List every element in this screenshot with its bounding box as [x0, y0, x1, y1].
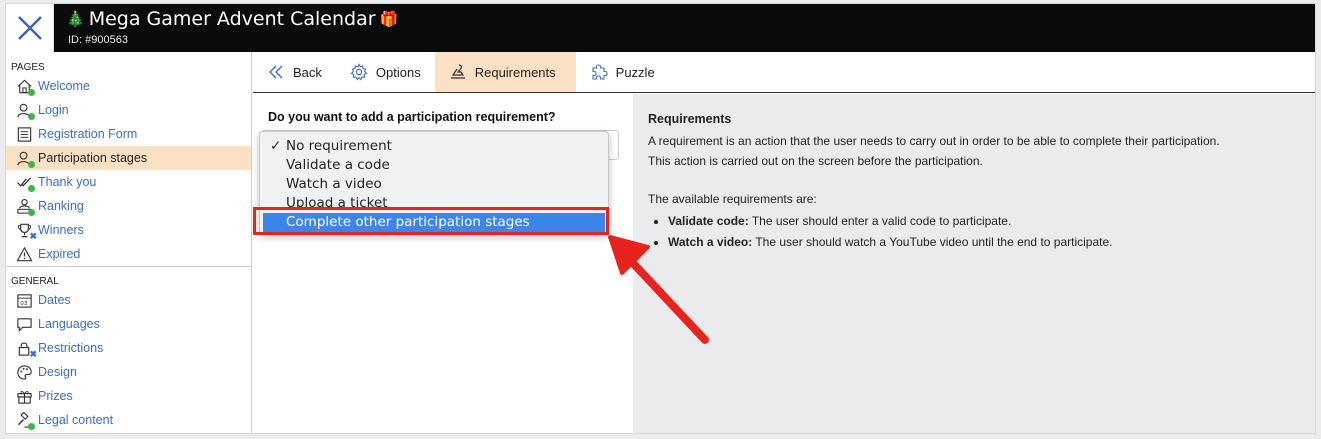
requirement-question: Do you want to add a participation requi… [268, 110, 556, 124]
tab-label: Options [375, 64, 421, 80]
option-no-requirement[interactable]: ✓ No requirement [260, 137, 608, 156]
speech-bubble-icon [14, 314, 34, 334]
gear-icon [350, 63, 368, 81]
home-icon [14, 76, 35, 96]
tab-back[interactable]: Back [253, 52, 336, 92]
help-title: Requirements [648, 112, 732, 126]
trophy-icon: ✖ [14, 220, 37, 241]
tab-puzzle[interactable]: Puzzle [576, 52, 669, 92]
tree-emoji-icon: 🎄 [66, 10, 85, 28]
app-title-row: 🎄 Mega Gamer Advent Calendar 🎁 [66, 8, 398, 30]
close-icon [17, 16, 42, 40]
status-x-icon: ✖ [29, 349, 37, 359]
palette-icon [14, 362, 34, 382]
top-bar: 🎄 Mega Gamer Advent Calendar 🎁 ID: #9005… [6, 4, 1315, 52]
sidebar-item-label: Legal content [38, 413, 114, 427]
sidebar-item-welcome[interactable]: Welcome [6, 74, 251, 98]
list-item: Watch a video: The user should watch a Y… [668, 232, 1315, 253]
status-ok-dot [28, 161, 35, 168]
status-ok-dot [28, 113, 35, 120]
section-pages-title: PAGES [6, 52, 251, 74]
sidebar-item-winners[interactable]: ✖ Winners [6, 218, 251, 242]
sidebar-item-label: Winners [38, 223, 84, 237]
annotation-arrow-icon [608, 235, 709, 344]
sidebar-item-prizes[interactable]: Prizes [6, 384, 251, 408]
app-window: 🎄 Mega Gamer Advent Calendar 🎁 ID: #9005… [5, 3, 1316, 434]
sidebar-item-login[interactable]: Login [6, 98, 251, 122]
sidebar-item-label: Dates [38, 293, 71, 307]
annotation-highlight-box [253, 207, 609, 235]
status-ok-dot [28, 423, 35, 430]
sidebar-item-label: Restrictions [38, 341, 104, 355]
option-watch-video[interactable]: Watch a video [260, 175, 608, 194]
user-stages-icon [14, 148, 35, 168]
app-title: Mega Gamer Advent Calendar [88, 8, 376, 30]
status-x-icon: ✖ [29, 231, 37, 241]
sidebar-item-label: Design [38, 365, 77, 379]
gavel-icon [14, 410, 35, 430]
tab-requirements[interactable]: Requirements [434, 52, 576, 92]
list-item: Validate code: The user should enter a v… [668, 211, 1315, 232]
sidebar-item-legal-content[interactable]: Legal content [6, 408, 251, 432]
sidebar-item-label: Expired [38, 247, 81, 261]
form-icon [14, 124, 34, 144]
sidebar-item-label: Welcome [38, 79, 90, 93]
tab-bar: Back Options Requirements Puzzle [253, 52, 1315, 93]
status-ok-dot [28, 185, 35, 192]
help-list: Validate code: The user should enter a v… [668, 211, 1315, 253]
sidebar-item-restrictions[interactable]: ✖ Restrictions [6, 336, 251, 360]
sidebar: PAGES Welcome Login Registration Form Pa… [6, 52, 252, 433]
sidebar-item-label: Login [38, 103, 69, 117]
gift-icon [14, 386, 34, 406]
close-button[interactable] [6, 4, 54, 52]
svg-text:03: 03 [20, 301, 28, 307]
puzzle-icon [592, 64, 608, 80]
tab-options[interactable]: Options [336, 52, 435, 92]
gift-emoji-icon: 🎁 [379, 10, 399, 28]
help-text: A requirement is an action that the user… [648, 134, 1220, 148]
sidebar-item-label: Ranking [38, 199, 84, 213]
help-text: This action is carried out on the screen… [648, 154, 983, 168]
help-text: The available requirements are: [648, 192, 817, 206]
sidebar-item-dates[interactable]: 03 Dates [6, 288, 251, 312]
tab-label: Puzzle [615, 64, 655, 80]
help-panel: Requirements A requirement is an action … [633, 94, 1315, 433]
sidebar-item-languages[interactable]: Languages [6, 312, 251, 336]
sidebar-item-label: Participation stages [38, 151, 148, 165]
option-label: No requirement [286, 138, 392, 154]
double-chevron-left-icon [269, 65, 283, 79]
warning-icon [14, 244, 34, 264]
option-validate-code[interactable]: Validate a code [260, 156, 608, 175]
status-ok-dot [28, 89, 35, 96]
app-id: ID: #900563 [68, 34, 128, 46]
sidebar-item-label: Thank you [38, 175, 97, 189]
sidebar-item-label: Registration Form [38, 127, 138, 141]
section-general-title: GENERAL [6, 266, 251, 288]
sidebar-item-expired[interactable]: Expired [6, 242, 251, 266]
calendar-icon: 03 [14, 290, 34, 310]
podium-user-icon [14, 196, 35, 216]
user-icon [14, 100, 35, 120]
sidebar-item-participation-stages[interactable]: Participation stages [6, 146, 251, 170]
sidebar-item-thank-you[interactable]: Thank you [6, 170, 251, 194]
status-ok-dot [28, 209, 35, 216]
option-label: Watch a video [286, 176, 382, 192]
requirement-form-panel: Do you want to add a participation requi… [253, 94, 633, 433]
sidebar-item-label: Prizes [38, 389, 73, 403]
check-double-icon [14, 172, 35, 192]
checkmark-icon: ✓ [270, 138, 282, 154]
stamp-icon [450, 64, 465, 79]
sidebar-item-registration-form[interactable]: Registration Form [6, 122, 251, 146]
option-label: Validate a code [286, 157, 390, 173]
sidebar-item-ranking[interactable]: Ranking [6, 194, 251, 218]
lock-icon: ✖ [14, 338, 37, 359]
tab-label: Back [293, 64, 322, 80]
sidebar-item-design[interactable]: Design [6, 360, 251, 384]
tab-label: Requirements [474, 64, 556, 80]
sidebar-item-label: Languages [38, 317, 100, 331]
